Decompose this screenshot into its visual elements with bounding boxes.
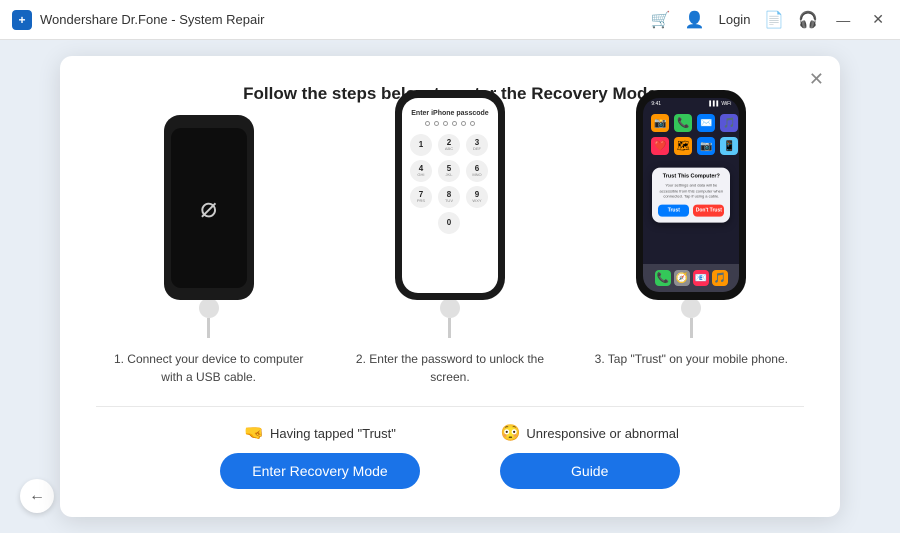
cable-thin-3: [690, 318, 693, 338]
action-label-2: 😳 Unresponsive or abnormal: [501, 423, 679, 443]
app-icon-7: 📷: [697, 137, 715, 155]
dialog: ✕ Follow the steps below to enter the Re…: [60, 56, 840, 517]
key-4: 4GHI: [410, 160, 432, 182]
keypad: 1 2ABC 3DEF 4GHI 5JKL 6MNO 7PRS 8TUV 9WX…: [410, 134, 490, 234]
titlebar-left: + Wondershare Dr.Fone - System Repair: [12, 10, 264, 30]
cable-thin-1: [207, 318, 210, 338]
step-3-label: 3. Tap "Trust" on your mobile phone.: [595, 350, 788, 368]
app-grid: 📸 📞 ✉️ 🎵 ❤️ 🗺 📷 📱: [643, 110, 739, 159]
dot-5: [461, 121, 466, 126]
user-icon[interactable]: 👤: [685, 10, 705, 30]
dont-trust-button[interactable]: Don't Trust: [693, 204, 724, 216]
key-5: 5JKL: [438, 160, 460, 182]
document-icon[interactable]: 📄: [764, 10, 784, 30]
step-2: Enter iPhone passcode: [337, 128, 562, 386]
app-icon: +: [12, 10, 32, 30]
key-6: 6MNO: [466, 160, 488, 182]
app-icon-3: ✉️: [697, 114, 715, 132]
titlebar-right: 🛒 👤 Login 📄 🎧 — ✕: [651, 9, 888, 30]
dock-phone: 📞: [655, 270, 671, 286]
action-label-2-text: Unresponsive or abnormal: [526, 426, 678, 441]
app-icon-4: 🎵: [720, 114, 738, 132]
step-1: ⌀ 1. Connect your device to computer wit…: [96, 128, 321, 386]
dock-music: 🎵: [712, 270, 728, 286]
time-display: 9:41: [651, 101, 661, 107]
key-9: 9WXY: [466, 186, 488, 208]
phone-2: Enter iPhone passcode: [395, 90, 505, 300]
phone-1-screen: ⌀: [171, 128, 247, 288]
dot-3: [443, 121, 448, 126]
action-label-1: 🤜 Having tapped "Trust": [244, 423, 396, 443]
cable-connector-3: [681, 298, 701, 318]
headset-icon[interactable]: 🎧: [798, 10, 818, 30]
cable-thin-2: [448, 318, 451, 338]
key-7: 7PRS: [410, 186, 432, 208]
key-8: 8TUV: [438, 186, 460, 208]
key-3: 3DEF: [466, 134, 488, 156]
back-button[interactable]: ←: [20, 479, 54, 513]
enter-recovery-mode-button[interactable]: Enter Recovery Mode: [220, 453, 419, 489]
passcode-dots: [425, 121, 475, 126]
phone-1: ⌀: [164, 115, 254, 300]
back-icon: ←: [29, 487, 45, 505]
app-icon-8: 📱: [720, 137, 738, 155]
key-1: 1: [410, 134, 432, 156]
steps-row: ⌀ 1. Connect your device to computer wit…: [96, 128, 804, 386]
login-button[interactable]: Login: [719, 12, 751, 27]
minimize-button[interactable]: —: [832, 10, 854, 30]
step-3-image: 9:41 ▌▌▌ WiFi 📸 📞 ✉️ 🎵 ❤️: [636, 128, 746, 338]
guide-button[interactable]: Guide: [500, 453, 680, 489]
trust-title: Trust This Computer?: [658, 174, 724, 180]
app-title: Wondershare Dr.Fone - System Repair: [40, 12, 264, 27]
divider: [96, 406, 804, 407]
dialog-close-button[interactable]: ✕: [809, 70, 824, 88]
dot-2: [434, 121, 439, 126]
app-icon-5: ❤️: [651, 137, 669, 155]
cart-icon[interactable]: 🛒: [651, 10, 671, 30]
key-2: 2ABC: [438, 134, 460, 156]
step-1-label: 1. Connect your device to computer with …: [109, 350, 309, 386]
status-bar: 9:41 ▌▌▌ WiFi: [643, 98, 739, 110]
signal-display: ▌▌▌ WiFi: [709, 101, 731, 107]
usb-symbol: ⌀: [200, 191, 217, 224]
titlebar: + Wondershare Dr.Fone - System Repair 🛒 …: [0, 0, 900, 40]
app-icon-1: 📸: [651, 114, 669, 132]
step-2-label: 2. Enter the password to unlock the scre…: [350, 350, 550, 386]
action-row: 🤜 Having tapped "Trust" Enter Recovery M…: [96, 423, 804, 489]
dock-mail: 📧: [693, 270, 709, 286]
action-group-1: 🤜 Having tapped "Trust" Enter Recovery M…: [220, 423, 419, 489]
dot-6: [470, 121, 475, 126]
passcode-title: Enter iPhone passcode: [411, 110, 488, 117]
action-group-2: 😳 Unresponsive or abnormal Guide: [500, 423, 680, 489]
dock: 📞 🧭 📧 🎵: [643, 264, 739, 292]
trust-body: Your settings and data will be accessibl…: [658, 183, 724, 200]
close-button[interactable]: ✕: [868, 9, 888, 30]
cable-connector-2: [440, 298, 460, 318]
phone-2-screen: Enter iPhone passcode: [402, 98, 498, 293]
dot-4: [452, 121, 457, 126]
trust-dialog: Trust This Computer? Your settings and d…: [652, 168, 730, 223]
cable-connector-1: [199, 298, 219, 318]
phone-3: 9:41 ▌▌▌ WiFi 📸 📞 ✉️ 🎵 ❤️: [636, 90, 746, 300]
dock-safari: 🧭: [674, 270, 690, 286]
main-area: ← ✕ Follow the steps below to enter the …: [0, 40, 900, 533]
trust-buttons: Trust Don't Trust: [658, 204, 724, 216]
step-3: 9:41 ▌▌▌ WiFi 📸 📞 ✉️ 🎵 ❤️: [579, 128, 804, 368]
emoji-2: 😳: [501, 423, 521, 443]
dot-1: [425, 121, 430, 126]
step-1-image: ⌀: [164, 128, 254, 338]
action-label-1-text: Having tapped "Trust": [270, 426, 396, 441]
emoji-1: 🤜: [244, 423, 264, 443]
app-icon-2: 📞: [674, 114, 692, 132]
app-icon-6: 🗺: [674, 137, 692, 155]
phone-3-screen: 9:41 ▌▌▌ WiFi 📸 📞 ✉️ 🎵 ❤️: [643, 98, 739, 292]
step-2-image: Enter iPhone passcode: [395, 128, 505, 338]
trust-button[interactable]: Trust: [658, 204, 689, 216]
key-0: 0: [438, 212, 460, 234]
